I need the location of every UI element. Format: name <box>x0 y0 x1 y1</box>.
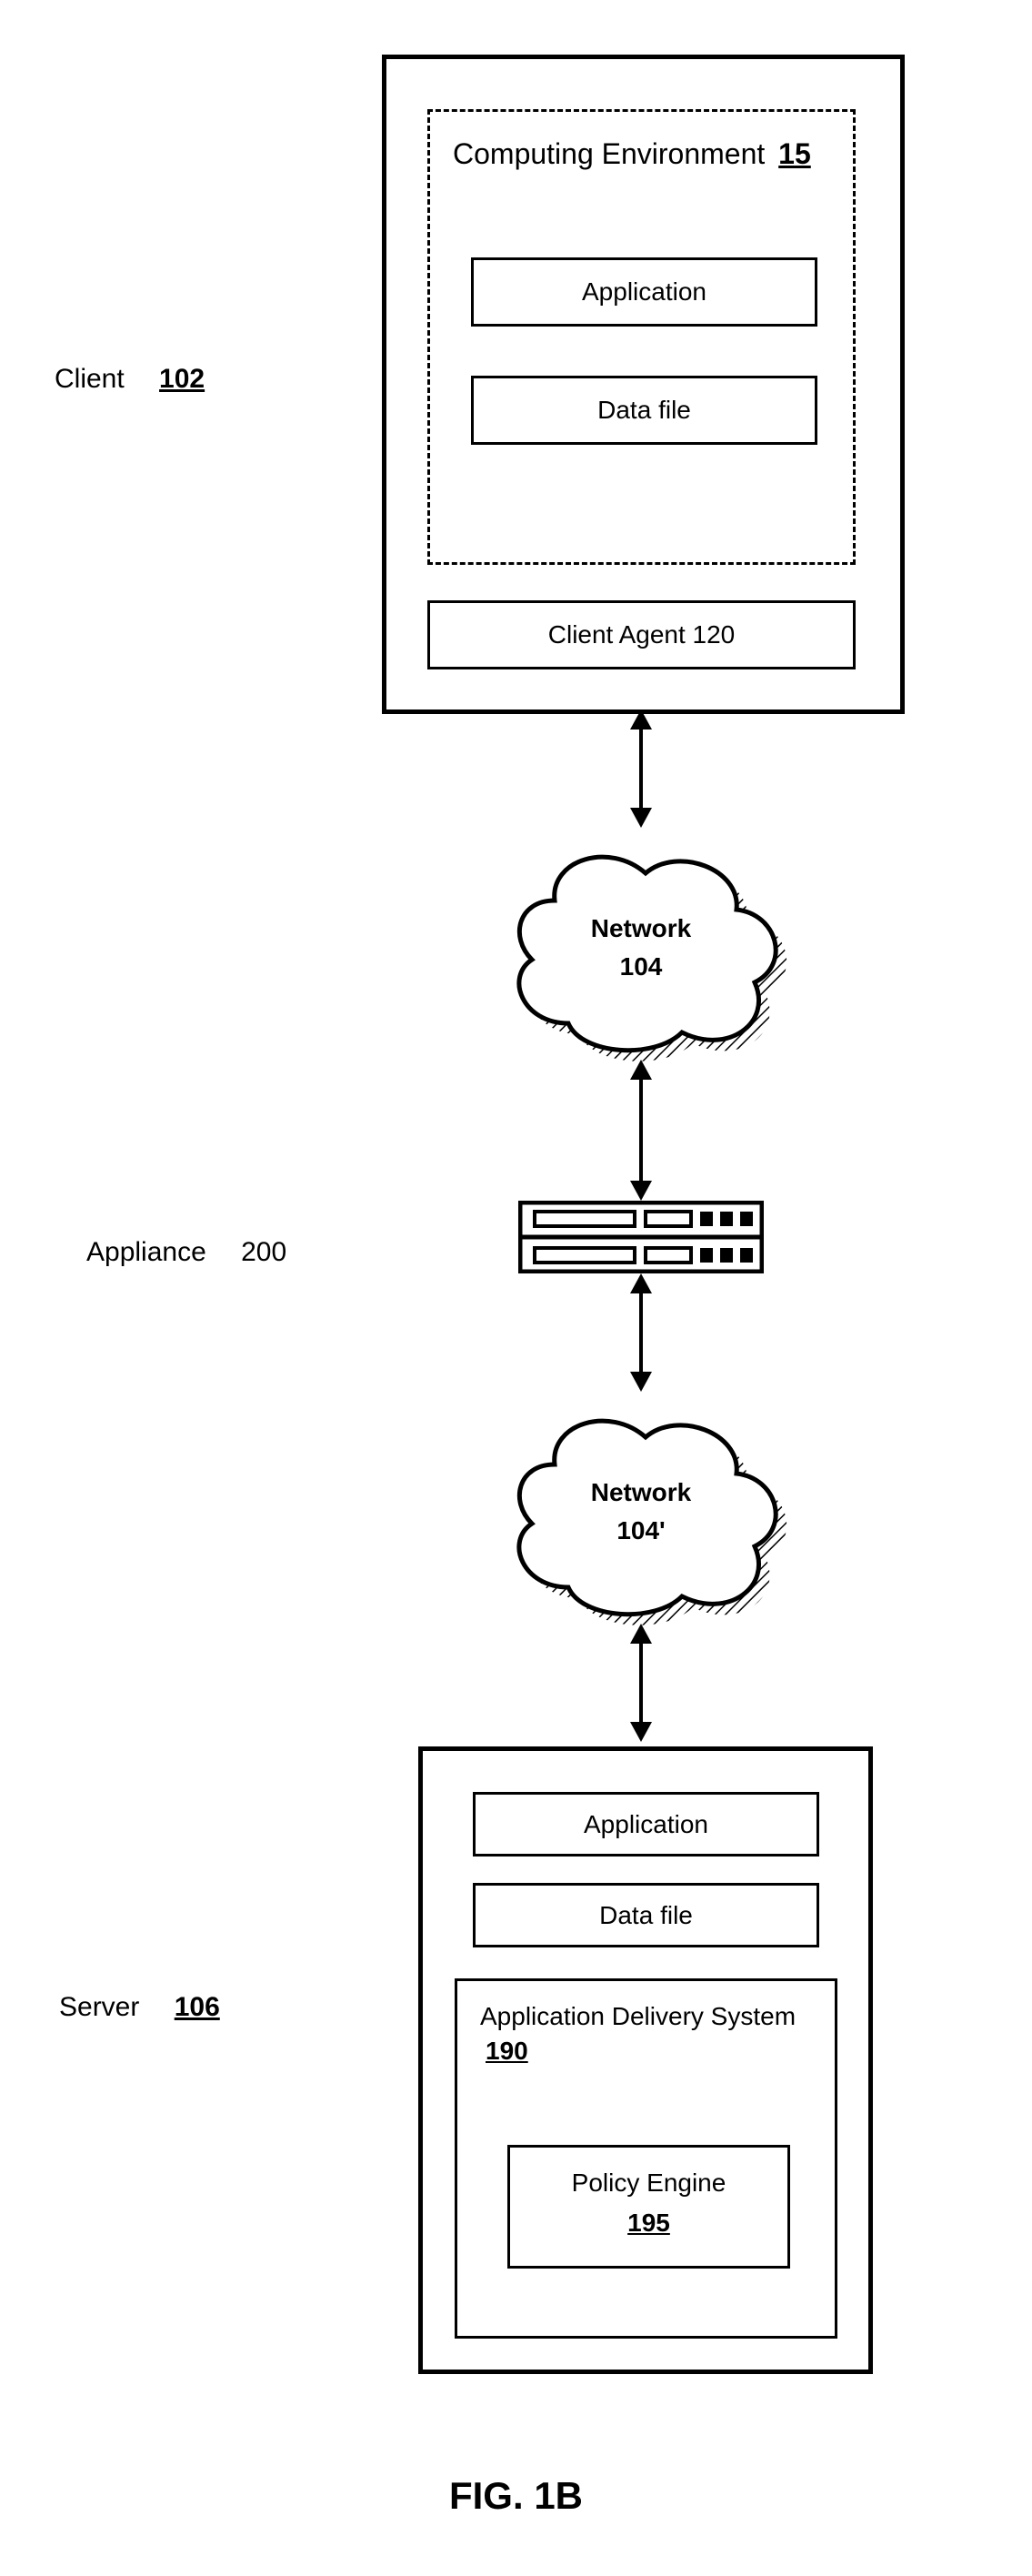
client-box: Computing Environment 15 Application Dat… <box>382 55 905 714</box>
client-label: Client 102 <box>55 364 205 395</box>
server-label-text: Server <box>59 1992 139 2022</box>
client-data-file-text: Data file <box>597 396 691 425</box>
policy-engine-box: Policy Engine 195 <box>507 2145 790 2269</box>
server-label-num: 106 <box>175 1992 220 2022</box>
client-label-text: Client <box>55 364 125 394</box>
ads-num: 190 <box>486 2037 528 2065</box>
computing-environment-label: Computing Environment 15 <box>453 135 811 174</box>
computing-environment-num: 15 <box>778 137 811 170</box>
ads-label: Application Delivery System 190 <box>480 1999 807 2068</box>
appliance-label: Appliance 200 <box>86 1237 286 1268</box>
policy-engine-label: Policy Engine 195 <box>510 2148 787 2240</box>
network-cloud-1: Network 104 <box>482 819 800 1073</box>
computing-environment-text: Computing Environment <box>453 137 765 170</box>
client-application-text: Application <box>582 277 706 307</box>
appliance-icon <box>518 1201 764 1278</box>
server-box: Application Data file Application Delive… <box>418 1746 873 2374</box>
server-data-file-text: Data file <box>599 1901 693 1930</box>
appliance-label-text: Appliance <box>86 1237 206 1267</box>
server-label: Server 106 <box>59 1992 220 2023</box>
policy-engine-text: Policy Engine <box>510 2166 787 2200</box>
server-data-file-box: Data file <box>473 1883 819 1947</box>
server-application-text: Application <box>584 1810 708 1839</box>
network-2-label: Network 104' <box>482 1474 800 1550</box>
computing-environment-box: Computing Environment 15 Application Dat… <box>427 109 856 565</box>
client-label-num: 102 <box>159 364 205 394</box>
client-data-file-box: Data file <box>471 376 817 445</box>
client-agent-box: Client Agent 120 <box>427 600 856 669</box>
network-2-text: Network <box>482 1474 800 1512</box>
ads-box: Application Delivery System 190 Policy E… <box>455 1978 837 2339</box>
server-application-box: Application <box>473 1792 819 1857</box>
client-application-box: Application <box>471 257 817 327</box>
policy-engine-num: 195 <box>627 2206 670 2240</box>
network-2-num: 104' <box>482 1512 800 1550</box>
network-1-text: Network <box>482 910 800 948</box>
network-1-label: Network 104 <box>482 910 800 986</box>
network-cloud-2: Network 104' <box>482 1383 800 1637</box>
figure-caption: FIG. 1B <box>449 2474 583 2518</box>
ads-text: Application Delivery System <box>480 2002 796 2030</box>
network-1-num: 104 <box>482 948 800 986</box>
appliance-label-num: 200 <box>241 1237 286 1267</box>
diagram-figure: Client 102 Appliance 200 Server 106 Comp… <box>36 36 996 2540</box>
client-agent-text: Client Agent 120 <box>548 620 736 649</box>
